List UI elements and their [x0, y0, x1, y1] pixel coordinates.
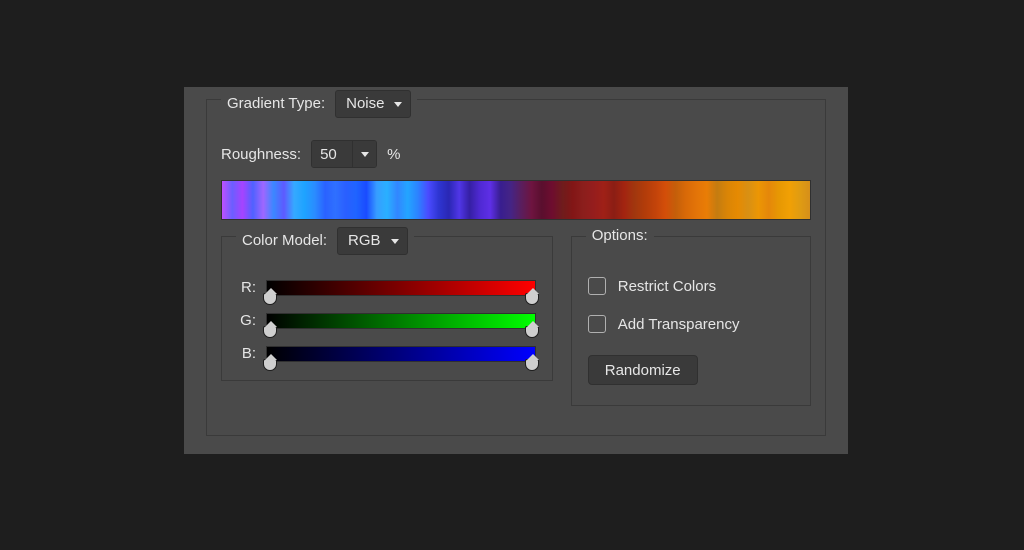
channel-label-b: B: — [238, 345, 256, 362]
slider-handle-b-max[interactable] — [525, 359, 539, 371]
randomize-button[interactable]: Randomize — [588, 355, 698, 385]
slider-handle-b-min[interactable] — [263, 359, 277, 371]
slider-row-g: G: — [238, 312, 536, 329]
chevron-down-icon — [394, 102, 402, 107]
slider-row-r: R: — [238, 279, 536, 296]
gradient-type-label: Gradient Type: — [227, 95, 325, 113]
color-model-group: Color Model: RGB R: — [221, 236, 553, 381]
add-transparency-checkbox[interactable] — [588, 315, 606, 333]
roughness-input[interactable] — [312, 141, 352, 167]
percent-label: % — [387, 146, 400, 163]
gradient-preview-strip[interactable] — [221, 180, 811, 220]
options-column: Options: Restrict Colors Add Transparenc… — [571, 236, 811, 406]
slider-handle-r-min[interactable] — [263, 293, 277, 305]
gradient-editor-panel: Gradient Type: Noise Roughness: % — [184, 87, 848, 454]
color-model-value: RGB — [348, 232, 381, 250]
slider-track-b[interactable] — [266, 346, 536, 362]
gradient-type-value: Noise — [346, 95, 384, 113]
roughness-label: Roughness: — [221, 146, 301, 163]
options-group: Options: Restrict Colors Add Transparenc… — [571, 236, 811, 406]
slider-handle-r-max[interactable] — [525, 293, 539, 305]
color-model-label: Color Model: — [242, 232, 327, 250]
add-transparency-label: Add Transparency — [618, 316, 740, 333]
slider-handle-g-min[interactable] — [263, 326, 277, 338]
restrict-colors-row: Restrict Colors — [588, 277, 794, 295]
chevron-down-icon — [361, 152, 369, 157]
roughness-row: Roughness: % — [221, 140, 811, 168]
gradient-type-group: Gradient Type: Noise Roughness: % — [206, 99, 826, 436]
roughness-step-button[interactable] — [352, 141, 376, 167]
options-label: Options: — [592, 227, 648, 244]
columns: Color Model: RGB R: — [221, 236, 811, 406]
slider-row-b: B: — [238, 345, 536, 362]
gradient-type-row: Gradient Type: Noise — [221, 90, 417, 118]
restrict-colors-checkbox[interactable] — [588, 277, 606, 295]
channel-label-g: G: — [238, 312, 256, 329]
options-legend: Options: — [586, 227, 654, 245]
restrict-colors-label: Restrict Colors — [618, 278, 716, 295]
color-model-column: Color Model: RGB R: — [221, 236, 553, 406]
color-model-select[interactable]: RGB — [337, 227, 408, 255]
gradient-type-select[interactable]: Noise — [335, 90, 411, 118]
channel-label-r: R: — [238, 279, 256, 296]
roughness-field-wrap — [311, 140, 377, 168]
slider-track-r[interactable] — [266, 280, 536, 296]
slider-handle-g-max[interactable] — [525, 326, 539, 338]
chevron-down-icon — [391, 239, 399, 244]
color-model-legend: Color Model: RGB — [236, 227, 414, 255]
add-transparency-row: Add Transparency — [588, 315, 794, 333]
slider-track-g[interactable] — [266, 313, 536, 329]
